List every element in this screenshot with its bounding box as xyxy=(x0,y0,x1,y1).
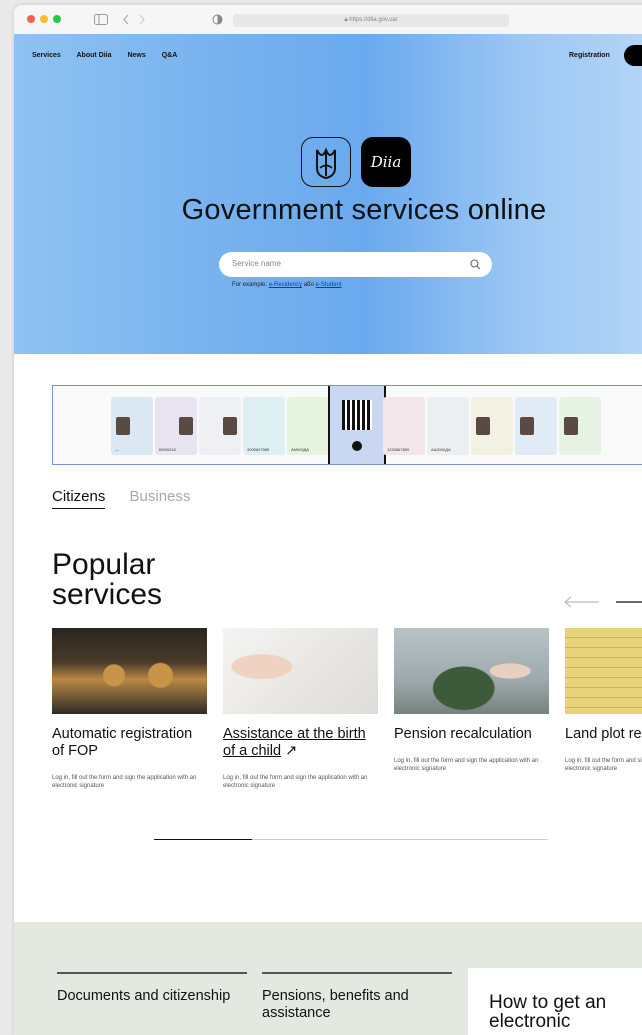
service-card[interactable]: Assistance at the birth of a child ↗ Log… xyxy=(223,628,378,790)
examples-or: або xyxy=(303,282,314,288)
documents-carousel[interactable]: — ВН00218 3005607585 АМ000ДА 1234567890 … xyxy=(52,385,642,465)
diia-logo[interactable]: Diia xyxy=(361,137,411,187)
service-card[interactable]: Land plot registration Log in, fill out … xyxy=(565,628,642,773)
elderly-couple-image xyxy=(394,628,549,714)
category-documents[interactable]: Documents and citizenship xyxy=(57,972,247,1005)
browser-window: 🔒︎ https://diia.gov.ua/ Services About D… xyxy=(14,5,642,1035)
document-card[interactable]: 1234567890 xyxy=(383,397,425,455)
maximize-window-button[interactable] xyxy=(53,15,61,23)
document-photo xyxy=(223,417,237,435)
title-line: Popular xyxy=(52,548,156,581)
document-card[interactable]: АА0000ДА xyxy=(427,397,469,455)
registration-link[interactable]: Registration xyxy=(569,52,610,59)
document-card[interactable] xyxy=(515,397,557,455)
nav-services[interactable]: Services xyxy=(32,52,61,59)
document-number: АМ000ДА xyxy=(291,447,310,452)
next-arrow-icon[interactable] xyxy=(614,596,642,608)
document-photo xyxy=(564,417,578,435)
document-photo xyxy=(116,417,130,435)
document-card[interactable] xyxy=(471,397,513,455)
forward-arrow-icon[interactable] xyxy=(138,14,146,25)
examples-prefix: For example: xyxy=(232,282,268,288)
tab-citizens[interactable]: Citizens xyxy=(52,488,106,509)
service-description: Log in, fill out the form and sign the a… xyxy=(223,775,368,789)
popular-services-title: Popular services xyxy=(52,550,162,610)
tab-business[interactable]: Business xyxy=(130,488,191,505)
service-search-input[interactable]: Service name xyxy=(219,252,492,277)
hero-section: Services About Diia News Q&A Registratio… xyxy=(14,34,642,354)
document-card[interactable]: — xyxy=(111,397,153,455)
carousel-progress-thumb[interactable] xyxy=(154,839,252,840)
carousel-progress-track[interactable] xyxy=(154,839,548,840)
service-description: Log in, fill out the form and sign the a… xyxy=(565,758,642,772)
service-title[interactable]: Pension recalculation xyxy=(394,726,549,743)
shield-icon[interactable] xyxy=(212,14,223,25)
document-number: 1234567890 xyxy=(387,447,410,452)
service-description: Log in, fill out the form and sign the a… xyxy=(52,775,197,789)
land-plot-image xyxy=(565,628,642,714)
title-line: services xyxy=(52,578,163,611)
qr-code-icon xyxy=(342,400,372,430)
service-description: Log in, fill out the form and sign the a… xyxy=(394,758,539,772)
search-placeholder: Service name xyxy=(232,259,281,268)
audience-tabs: Citizens Business xyxy=(52,488,191,509)
nav-news[interactable]: News xyxy=(127,52,145,59)
baby-image xyxy=(223,628,378,714)
prev-arrow-icon[interactable] xyxy=(564,596,600,608)
categories-section: Documents and citizenship Pensions, bene… xyxy=(14,922,642,1035)
document-photo xyxy=(179,417,193,435)
document-photo xyxy=(476,417,490,435)
document-number: АА0000ДА xyxy=(431,447,451,452)
service-title-link[interactable]: Assistance at the birth of a child ↗ xyxy=(223,726,378,760)
close-window-button[interactable] xyxy=(27,15,35,23)
document-card[interactable]: АМ000ДА xyxy=(287,397,329,455)
url-text: https://diia.gov.ua/ xyxy=(349,17,398,23)
minimize-window-button[interactable] xyxy=(40,15,48,23)
service-card[interactable]: Automatic registration of FOP Log in, fi… xyxy=(52,628,207,790)
service-title[interactable]: Automatic registration of FOP xyxy=(52,726,207,760)
qr-card[interactable] xyxy=(328,386,386,464)
login-button[interactable] xyxy=(624,45,642,66)
document-card[interactable] xyxy=(559,397,601,455)
trident-icon xyxy=(316,147,336,180)
document-number: ВН00218 xyxy=(159,447,176,452)
document-card[interactable]: ВН00218 xyxy=(155,397,197,455)
arrow-up-right-icon: ↗ xyxy=(285,743,298,759)
address-bar[interactable]: 🔒︎ https://diia.gov.ua/ xyxy=(233,14,509,27)
promo-card[interactable]: How to get an electronic xyxy=(468,968,642,1035)
main-nav: Services About Diia News Q&A xyxy=(32,52,191,59)
document-card[interactable]: 3005607585 xyxy=(243,397,285,455)
document-photo xyxy=(520,417,534,435)
search-examples: For example: e-Residency або e-Student xyxy=(232,282,342,288)
sidebar-icon[interactable] xyxy=(94,14,108,25)
search-icon[interactable] xyxy=(470,259,481,270)
example-link-student[interactable]: e-Student xyxy=(316,282,342,288)
category-pensions[interactable]: Pensions, benefits and assistance xyxy=(262,972,452,1022)
hero-title: Government services online xyxy=(181,194,547,226)
camera-icon[interactable] xyxy=(352,441,362,451)
browser-toolbar: 🔒︎ https://diia.gov.ua/ xyxy=(14,5,642,35)
muffins-image xyxy=(52,628,207,714)
coat-of-arms-logo[interactable] xyxy=(301,137,351,187)
document-card[interactable] xyxy=(199,397,241,455)
nav-qa[interactable]: Q&A xyxy=(162,52,178,59)
promo-title: How to get an electronic xyxy=(489,992,607,1032)
back-arrow-icon[interactable] xyxy=(122,14,130,25)
nav-about[interactable]: About Diia xyxy=(77,52,112,59)
example-link-residency[interactable]: e-Residency xyxy=(269,282,302,288)
service-card[interactable]: Pension recalculation Log in, fill out t… xyxy=(394,628,549,773)
service-title[interactable]: Land plot registration xyxy=(565,726,642,743)
document-number: 3005607585 xyxy=(247,447,270,452)
